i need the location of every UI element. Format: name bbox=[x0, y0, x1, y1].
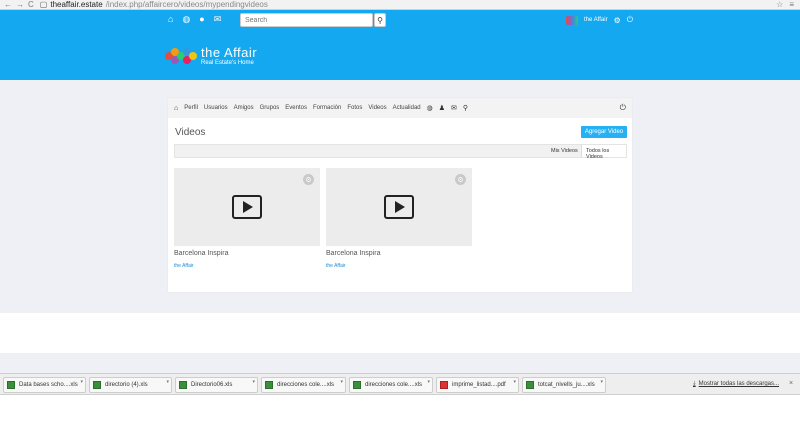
video-tabs: Mis Videos Todos los Videos bbox=[174, 144, 627, 160]
download-filename: directorio (4).xls bbox=[105, 382, 148, 388]
avatar[interactable] bbox=[566, 15, 578, 25]
download-filename: Data bases scho....xls bbox=[19, 382, 78, 388]
download-item[interactable]: totcat_nivells_ju....xls ▾ bbox=[522, 377, 606, 393]
chevron-down-icon[interactable]: ▾ bbox=[427, 379, 430, 385]
address-bar[interactable]: ▢ theaffair.estate/index.php/affaircero/… bbox=[40, 0, 268, 9]
play-icon[interactable] bbox=[384, 195, 414, 219]
subnav-item-amigos[interactable]: Amigos bbox=[234, 105, 254, 111]
page-icon: ▢ bbox=[39, 0, 48, 9]
tab-my-videos[interactable]: Mis Videos bbox=[551, 148, 578, 154]
video-author[interactable]: the Affair bbox=[174, 263, 320, 269]
search-input[interactable] bbox=[240, 13, 373, 27]
spreadsheet-file-icon bbox=[93, 381, 101, 389]
power-icon[interactable]: ⏻ bbox=[627, 15, 633, 25]
download-item[interactable]: Directorio06.xls ▾ bbox=[175, 377, 258, 393]
back-icon[interactable]: ← bbox=[4, 0, 12, 9]
logo-subtitle: Real Estate's Home bbox=[201, 59, 254, 66]
page-title: Videos bbox=[175, 127, 206, 138]
tab-all-videos[interactable]: Todos los Videos bbox=[581, 145, 626, 160]
chevron-down-icon[interactable]: ▾ bbox=[600, 379, 603, 385]
forward-icon[interactable]: → bbox=[16, 0, 24, 9]
subnav-item-videos[interactable]: Videos bbox=[368, 105, 386, 111]
download-item[interactable]: imprime_listad....pdf ▾ bbox=[436, 377, 519, 393]
chevron-down-icon[interactable]: ▾ bbox=[166, 379, 169, 385]
chevron-down-icon[interactable]: ▾ bbox=[252, 379, 255, 385]
globe-icon[interactable]: ◍ bbox=[427, 104, 433, 112]
subnav-item-grupos[interactable]: Grupos bbox=[260, 105, 280, 111]
spreadsheet-file-icon bbox=[7, 381, 15, 389]
home-icon[interactable]: ⌂ bbox=[174, 105, 178, 112]
subnav-item-usuarios[interactable]: Usuarios bbox=[204, 105, 228, 111]
search-button[interactable]: ⚲ bbox=[374, 13, 386, 27]
mail-icon[interactable]: ✉ bbox=[214, 14, 222, 25]
reload-icon[interactable]: C bbox=[28, 0, 34, 9]
video-thumbnail[interactable]: ⚙ bbox=[174, 168, 320, 246]
add-video-button[interactable]: Agregar Video bbox=[581, 126, 627, 138]
footer-band bbox=[0, 353, 800, 373]
power-icon[interactable]: ⏻ bbox=[620, 103, 626, 113]
download-item[interactable]: direcciones cole....xls ▾ bbox=[349, 377, 433, 393]
search-icon: ⚲ bbox=[377, 15, 383, 25]
section-navigation: ⌂ Perfil Usuarios Amigos Grupos Eventos … bbox=[168, 98, 632, 118]
spreadsheet-file-icon bbox=[526, 381, 534, 389]
subnav-item-actualidad[interactable]: Actualidad bbox=[393, 105, 421, 111]
pdf-file-icon bbox=[440, 381, 448, 389]
spreadsheet-file-icon bbox=[265, 381, 273, 389]
videos-card: ⌂ Perfil Usuarios Amigos Grupos Eventos … bbox=[168, 98, 632, 292]
download-filename: direcciones cole....xls bbox=[277, 382, 335, 388]
subnav-item-formacion[interactable]: Formación bbox=[313, 105, 341, 111]
chevron-down-icon[interactable]: ▾ bbox=[80, 379, 83, 385]
home-icon[interactable]: ⌂ bbox=[168, 14, 173, 25]
video-item[interactable]: ⚙ Barcelona Inspira the Affair bbox=[326, 168, 472, 269]
show-all-downloads-label: Mostrar todas las descargas... bbox=[698, 381, 780, 387]
spreadsheet-file-icon bbox=[353, 381, 361, 389]
logo[interactable]: the Affair Real Estate's Home bbox=[163, 44, 257, 68]
user-icon[interactable]: ● bbox=[199, 14, 204, 25]
url-domain: theaffair.estate bbox=[50, 0, 103, 9]
video-title[interactable]: Barcelona Inspira bbox=[326, 250, 472, 257]
video-thumbnail[interactable]: ⚙ bbox=[326, 168, 472, 246]
subnav-item-fotos[interactable]: Fotos bbox=[347, 105, 362, 111]
download-item[interactable]: Data bases scho....xls ▾ bbox=[3, 377, 86, 393]
chevron-down-icon[interactable]: ▾ bbox=[513, 379, 516, 385]
top-navigation: ⌂ ◍ ● ✉ ⚲ the Affair ⚙ ⏻ bbox=[0, 10, 800, 30]
person-icon[interactable]: ♟ bbox=[439, 104, 445, 112]
video-title[interactable]: Barcelona Inspira bbox=[174, 250, 320, 257]
subnav-item-perfil[interactable]: Perfil bbox=[184, 105, 198, 111]
header-banner bbox=[0, 30, 800, 80]
logo-title: the Affair bbox=[201, 44, 258, 60]
close-icon[interactable]: × bbox=[789, 380, 793, 387]
menu-icon[interactable]: ≡ bbox=[789, 0, 794, 9]
gear-icon[interactable]: ⚙ bbox=[455, 174, 466, 185]
download-filename: Directorio06.xls bbox=[191, 382, 233, 388]
logo-mark-icon bbox=[165, 48, 197, 64]
play-icon[interactable] bbox=[232, 195, 262, 219]
user-name[interactable]: the Affair bbox=[584, 17, 608, 23]
mail-icon[interactable]: ✉ bbox=[451, 104, 457, 112]
subnav-item-eventos[interactable]: Eventos bbox=[285, 105, 307, 111]
video-item[interactable]: ⚙ Barcelona Inspira the Affair bbox=[174, 168, 320, 269]
chevron-down-icon[interactable]: ▾ bbox=[340, 379, 343, 385]
download-bar: Data bases scho....xls ▾ directorio (4).… bbox=[0, 373, 800, 395]
browser-toolbar: ← → C ▢ theaffair.estate/index.php/affai… bbox=[0, 0, 800, 10]
download-item[interactable]: direcciones cole....xls ▾ bbox=[261, 377, 346, 393]
gear-icon[interactable]: ⚙ bbox=[303, 174, 314, 185]
search-icon[interactable]: ⚲ bbox=[463, 104, 468, 112]
video-author[interactable]: the Affair bbox=[326, 263, 472, 269]
download-item[interactable]: directorio (4).xls ▾ bbox=[89, 377, 172, 393]
show-all-downloads-link[interactable]: ⤓ Mostrar todas las descargas... bbox=[693, 381, 779, 388]
window-bottom bbox=[0, 395, 800, 430]
download-icon: ⤓ bbox=[693, 381, 696, 387]
download-filename: totcat_nivells_ju....xls bbox=[538, 382, 595, 388]
footer-spacer bbox=[0, 313, 800, 353]
star-icon[interactable]: ☆ bbox=[776, 0, 783, 9]
url-path: /index.php/affaircero/videos/mypendingvi… bbox=[105, 0, 268, 9]
download-filename: direcciones cole....xls bbox=[365, 382, 423, 388]
globe-icon[interactable]: ◍ bbox=[182, 14, 190, 25]
gear-icon[interactable]: ⚙ bbox=[614, 16, 621, 25]
spreadsheet-file-icon bbox=[179, 381, 187, 389]
download-filename: imprime_listad....pdf bbox=[452, 382, 506, 388]
